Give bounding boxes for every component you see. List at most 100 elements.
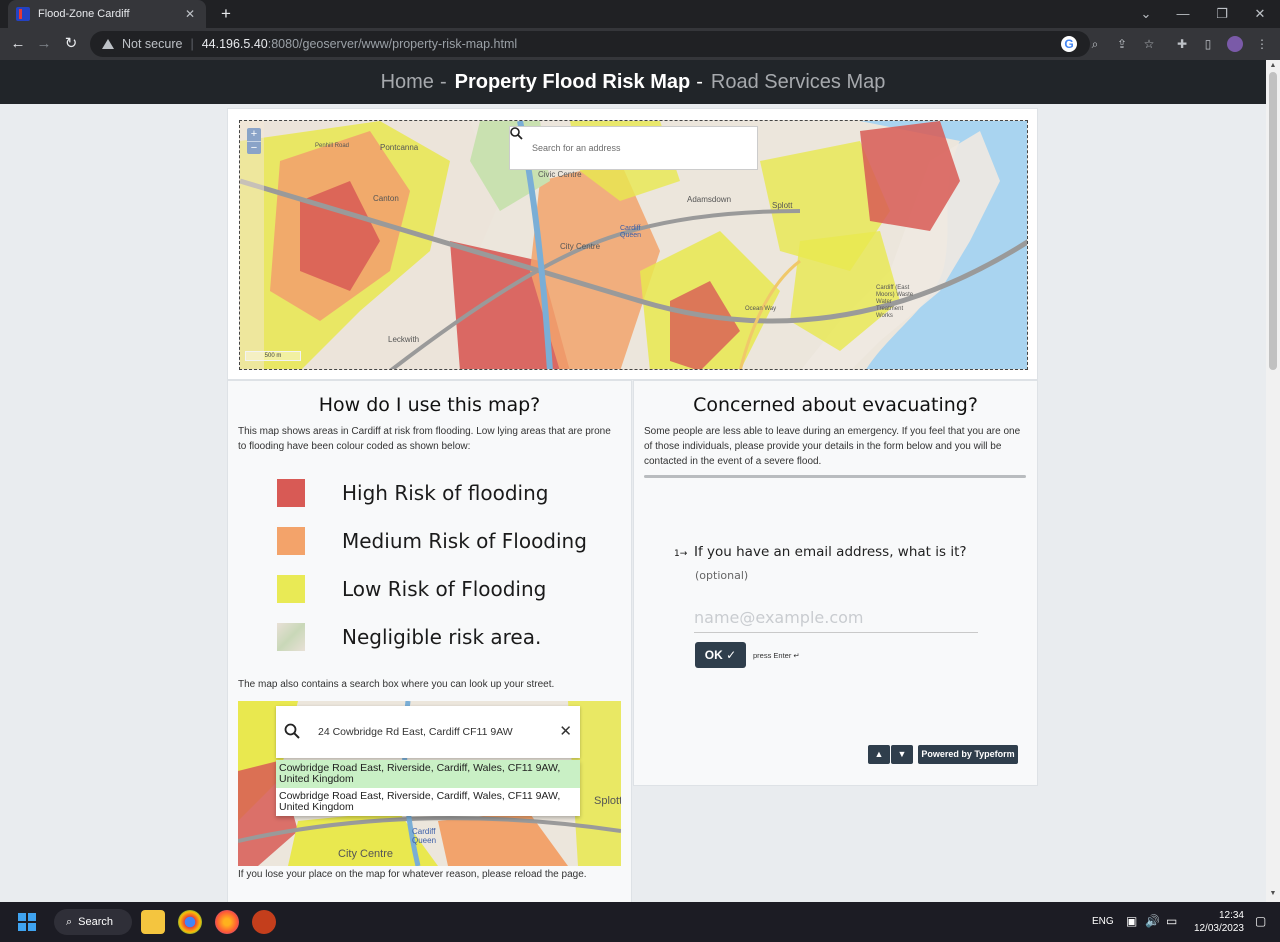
typeform-question: 1→ If you have an email address, what is… (674, 544, 967, 560)
file-explorer-icon[interactable] (141, 910, 165, 934)
legend-negligible-label: Negligible risk area. (342, 625, 542, 649)
powered-by-typeform-button[interactable]: Powered by Typeform (918, 745, 1018, 764)
high-risk-swatch (277, 479, 305, 507)
legend-negligible: Negligible risk area. (277, 623, 541, 651)
display-icon[interactable]: ▣ (1126, 914, 1137, 928)
browser-toolbar: ← → ↻ Not secure | 44.196.5.40 :8080/geo… (0, 28, 1280, 60)
typeform-progress-bar (644, 475, 1026, 478)
google-icon[interactable]: G (1061, 36, 1077, 52)
low-risk-swatch (277, 575, 305, 603)
forward-icon[interactable]: → (34, 34, 54, 54)
question-optional-label: (optional) (695, 569, 749, 582)
map-search-box[interactable]: Search for an address (509, 126, 758, 170)
legend-low: Low Risk of Flooding (277, 575, 546, 603)
close-window-button[interactable]: ✕ (1245, 4, 1275, 24)
browser-tab[interactable]: Flood-Zone Cardiff ✕ (8, 0, 206, 28)
chevron-up-icon[interactable]: ▲ (868, 745, 890, 764)
taskbar-search-button[interactable]: ⌕ Search (54, 909, 132, 935)
firefox-icon[interactable] (215, 910, 239, 934)
notification-icon[interactable]: ▢ (1255, 914, 1266, 928)
bookmark-star-icon[interactable]: ☆ (1141, 36, 1157, 52)
chrome-taskbar-icon[interactable] (178, 910, 202, 934)
close-icon: ✕ (559, 723, 572, 740)
share-icon[interactable]: ⇪ (1114, 36, 1130, 52)
scrollbar-thumb[interactable] (1269, 72, 1277, 370)
legend-high: High Risk of flooding (277, 479, 548, 507)
taskbar-clock[interactable]: 12:34 12/03/2023 (1190, 909, 1244, 935)
zoom-icon[interactable]: ⌕ (1087, 36, 1103, 52)
side-panel-icon[interactable]: ▯ (1200, 36, 1216, 52)
question-number: 1→ (674, 549, 688, 559)
minimize-button[interactable]: — (1168, 4, 1198, 24)
evacuation-intro: Some people are less able to leave durin… (644, 426, 1021, 467)
chrome-menu-icon[interactable]: ⋮ (1254, 36, 1270, 52)
demo-search-results: Cowbridge Road East, Riverside, Cardiff,… (276, 760, 580, 816)
map-label-penhill-road: Penhill Road (315, 143, 350, 149)
legend-medium: Medium Risk of Flooding (277, 527, 587, 555)
windows-taskbar: ⌕ Search ENG ▣ 🔊 ▭ 12:34 12/03/2023 ▢ (0, 902, 1280, 942)
address-bar[interactable]: Not secure | 44.196.5.40 :8080/geoserver… (90, 31, 1090, 57)
zoom-out-button[interactable]: − (247, 141, 261, 154)
url-separator: | (190, 37, 194, 51)
profile-avatar[interactable] (1227, 36, 1243, 52)
search-icon (284, 723, 300, 742)
demo-result-item: Cowbridge Road East, Riverside, Cardiff,… (276, 760, 580, 788)
volume-icon[interactable]: 🔊 (1145, 914, 1160, 928)
main-container: + − Search for an address Pontcanna Penh… (227, 108, 1038, 902)
extensions-icon[interactable]: ✚ (1174, 36, 1190, 52)
nav-home-link[interactable]: Home (381, 71, 434, 94)
language-indicator[interactable]: ENG (1092, 916, 1114, 927)
ok-button[interactable]: OK ✓ (695, 642, 746, 668)
browser-tab-bar: Flood-Zone Cardiff ✕ + ⌄ — ❐ ✕ (0, 0, 1280, 28)
evacuation-panel: Concerned about evacuating? Some people … (633, 380, 1038, 786)
url-host: 44.196.5.40 (201, 37, 268, 51)
how-to-panel: How do I use this map? This map shows ar… (227, 380, 632, 902)
map-label-splott: Splott (772, 201, 793, 210)
restore-button[interactable]: ❐ (1207, 4, 1237, 24)
taskbar-search-label: Search (78, 916, 114, 928)
map-zoom-control: + − (247, 128, 261, 154)
how-to-intro: This map shows areas in Cardiff at risk … (238, 426, 611, 452)
scroll-down-icon[interactable]: ▼ (1269, 890, 1277, 897)
back-icon[interactable]: ← (8, 34, 28, 54)
site-favicon-icon (16, 7, 30, 21)
demo-label-city-centre: City Centre (338, 848, 394, 860)
email-field[interactable] (694, 603, 978, 633)
tab-close-icon[interactable]: ✕ (182, 7, 198, 21)
map-label-east-moors: Cardiff (East Moors) Waste Water Treatme… (876, 285, 914, 319)
legend-low-label: Low Risk of Flooding (342, 577, 547, 601)
powerpoint-icon[interactable] (252, 910, 276, 934)
map-label-leckwith: Leckwith (388, 335, 420, 344)
demo-label-cardiff-queen: Cardiff Queen (412, 827, 437, 845)
nav-road-map-link[interactable]: Road Services Map (711, 71, 886, 94)
page-scrollbar[interactable]: ▲ ▼ (1266, 60, 1280, 902)
search-icon: ⌕ (66, 915, 73, 928)
new-tab-button[interactable]: + (216, 4, 236, 24)
flood-risk-map[interactable]: + − Search for an address Pontcanna Penh… (239, 120, 1028, 370)
battery-icon[interactable]: ▭ (1166, 914, 1177, 928)
nav-separator: - (696, 70, 703, 93)
medium-risk-swatch (277, 527, 305, 555)
nav-property-map-link[interactable]: Property Flood Risk Map (455, 71, 691, 94)
legend-medium-label: Medium Risk of Flooding (342, 529, 587, 553)
not-secure-label: Not secure (122, 37, 183, 51)
demo-search-query: 24 Cowbridge Rd East, Cardiff CF11 9AW (318, 726, 513, 738)
map-label-ocean-way: Ocean Way (745, 306, 777, 312)
zoom-in-button[interactable]: + (247, 128, 261, 141)
demo-result-item: Cowbridge Road East, Riverside, Cardiff,… (279, 790, 561, 813)
map-search-placeholder: Search for an address (532, 143, 621, 153)
warning-icon (102, 39, 114, 49)
chevron-down-icon[interactable]: ▼ (891, 745, 913, 764)
scroll-up-icon[interactable]: ▲ (1269, 62, 1277, 69)
negligible-risk-swatch (277, 623, 305, 651)
map-label-cardiff-queen: Cardiff Queen (620, 225, 642, 239)
reload-icon[interactable]: ↻ (61, 34, 81, 54)
search-note: The map also contains a search box where… (238, 679, 555, 690)
tab-search-chevron-icon[interactable]: ⌄ (1131, 4, 1161, 24)
reload-note: If you lose your place on the map for wh… (238, 869, 587, 880)
windows-start-icon[interactable] (18, 913, 36, 931)
page-viewport: Home - Property Flood Risk Map - Road Se… (0, 60, 1266, 902)
site-navbar: Home - Property Flood Risk Map - Road Se… (0, 60, 1266, 104)
search-demo-image: City Centre Splott Cardiff Queen 24 Cowb… (238, 701, 621, 866)
map-label-city-centre: City Centre (560, 242, 601, 251)
